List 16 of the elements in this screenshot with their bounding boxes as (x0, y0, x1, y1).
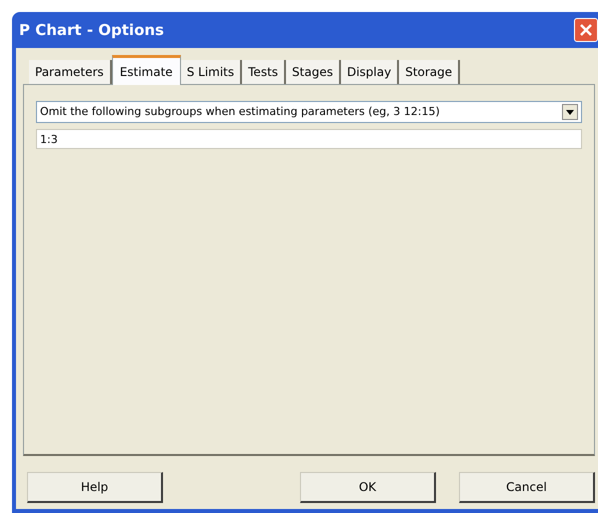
tab[interactable]: S Limits (180, 60, 242, 84)
dialog-button[interactable]: OK (300, 472, 436, 503)
close-button[interactable] (574, 18, 598, 42)
tab[interactable]: Tests (242, 60, 286, 84)
tab[interactable]: Parameters (29, 60, 112, 84)
tab[interactable]: Stages (286, 60, 341, 84)
window-title: P Chart - Options (19, 20, 164, 41)
tab[interactable]: Estimate (112, 55, 181, 85)
tab[interactable]: Storage (399, 60, 460, 84)
dropdown[interactable]: Omit the following subgroups when estimating parameters (eg, 3 12:15) (36, 101, 582, 123)
tab[interactable]: Display (340, 60, 400, 84)
dialog-button[interactable]: Help (27, 472, 163, 503)
dialog-button[interactable]: Cancel (459, 472, 595, 503)
input-field[interactable]: 1:3 (36, 129, 582, 149)
close-icon (579, 23, 593, 37)
dropdown-arrow-icon (566, 110, 574, 114)
